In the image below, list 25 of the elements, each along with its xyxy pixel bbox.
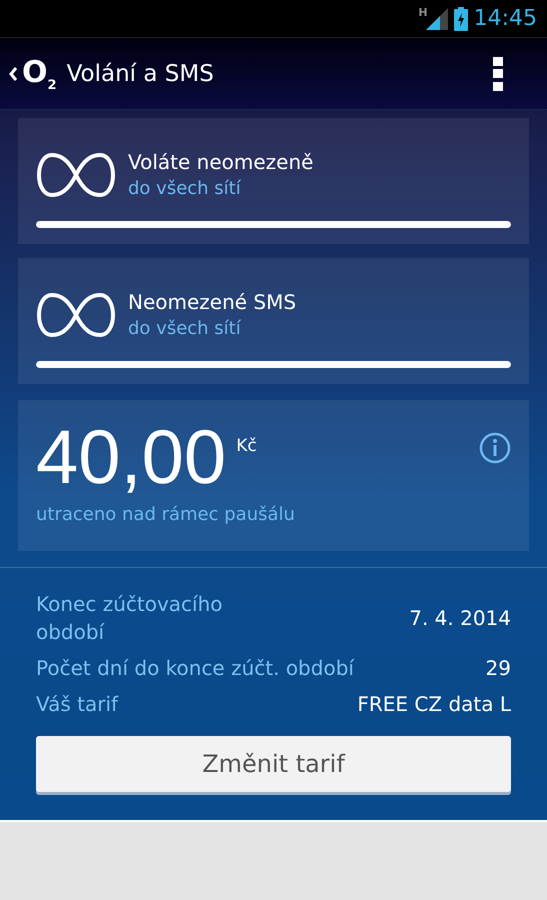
clock: 14:45 <box>474 6 537 31</box>
infinity-icon <box>36 290 116 338</box>
detail-label: Váš tarif <box>36 690 120 718</box>
allowance-title: Voláte neomezeně <box>128 150 314 174</box>
info-icon[interactable] <box>479 432 511 464</box>
battery-icon <box>454 6 468 30</box>
screen-title: Volání a SMS <box>66 60 215 86</box>
spend-caption: utraceno nad rámec paušálu <box>36 504 296 525</box>
spent-amount: 40,00 <box>36 418 226 498</box>
change-tariff-button[interactable]: Změnit tarif <box>36 736 511 792</box>
logo: O$_{2}$ <box>22 54 57 92</box>
detail-value: FREE CZ data L <box>357 692 511 716</box>
allowance-subtitle: do všech sítí <box>128 178 242 199</box>
back-icon[interactable] <box>8 66 18 82</box>
detail-label: Konec zúčtovacího období <box>36 590 224 646</box>
network-type: H <box>418 6 428 19</box>
detail-value: 7. 4. 2014 <box>408 606 511 630</box>
infinity-icon <box>36 150 116 198</box>
allowance-title: Neomezené SMS <box>128 290 296 314</box>
detail-label: Počet dní do konce zúčt. období <box>36 654 356 682</box>
detail-value: 29 <box>484 656 511 680</box>
signal-icon <box>426 8 448 30</box>
menu-icon[interactable] <box>493 56 503 90</box>
allowance-subtitle: do všech sítí <box>128 318 242 339</box>
currency: Kč <box>236 436 258 456</box>
